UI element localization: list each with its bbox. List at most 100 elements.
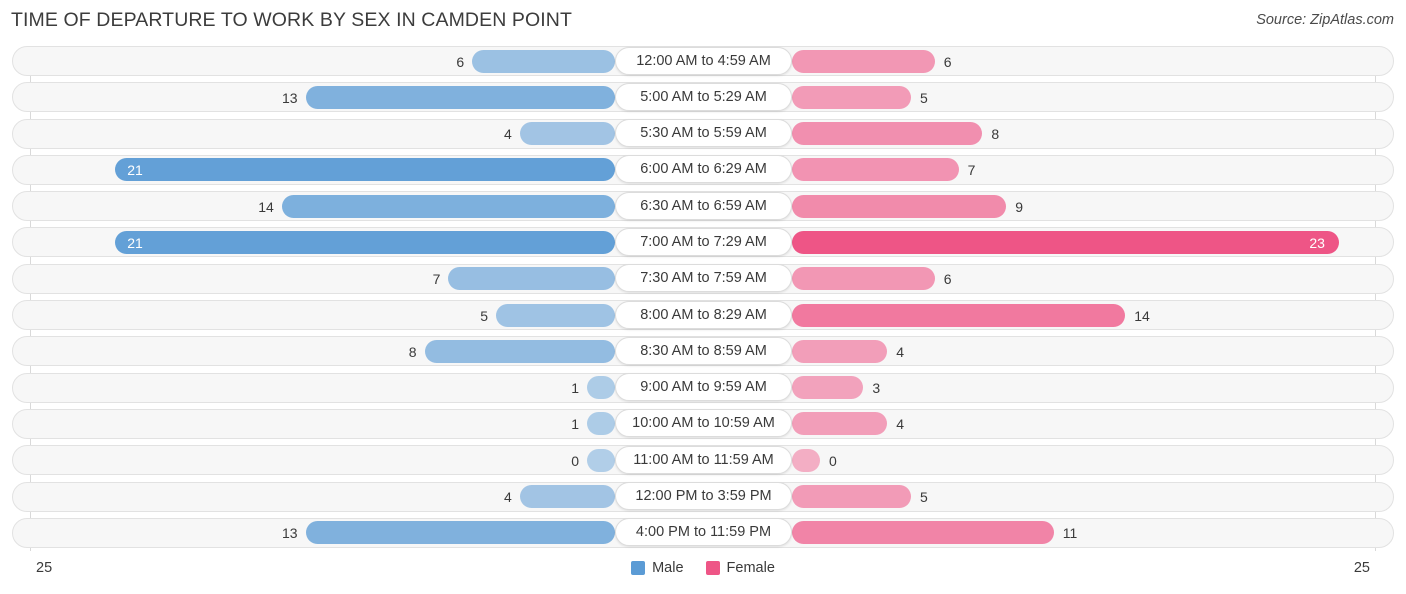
chart-row: 7 6 7:30 AM to 7:59 AM — [0, 262, 1406, 298]
source-attribution: Source: ZipAtlas.com — [1256, 12, 1394, 28]
category-label-text: 4:00 PM to 11:59 PM — [635, 524, 772, 541]
bar-male[interactable] — [519, 122, 615, 146]
category-label-text: 6:00 AM to 6:29 AM — [640, 161, 767, 178]
bar-female[interactable] — [792, 448, 820, 472]
bar-male[interactable] — [305, 85, 615, 109]
bar-female[interactable] — [792, 339, 888, 363]
bar-female[interactable] — [792, 85, 911, 109]
bar-female[interactable] — [792, 485, 911, 509]
bar-value-female: 7 — [967, 162, 976, 179]
category-label-text: 7:30 AM to 7:59 AM — [640, 270, 767, 287]
bar-value-male: 21 — [127, 162, 143, 179]
legend-swatch-female — [705, 561, 720, 575]
bar-value-female: 6 — [943, 53, 952, 70]
bar-value-female: 23 — [1309, 234, 1325, 251]
chart-row: 5 14 8:00 AM to 8:29 AM — [0, 298, 1406, 334]
bar-value-male: 6 — [456, 53, 465, 70]
bar-value-male: 1 — [571, 416, 579, 433]
bar-female[interactable] — [792, 49, 935, 73]
bar-value-female: 4 — [896, 343, 904, 360]
category-label-pill[interactable]: 12:00 AM to 4:59 AM — [615, 46, 792, 75]
category-label-pill[interactable]: 9:00 AM to 9:59 AM — [615, 373, 792, 402]
bar-value-female: 8 — [991, 126, 1000, 143]
legend-label-male: Male — [652, 560, 684, 576]
bar-value-male: 13 — [282, 89, 298, 106]
category-label-pill[interactable]: 6:30 AM to 6:59 AM — [615, 191, 792, 220]
category-label-text: 7:00 AM to 7:29 AM — [640, 233, 767, 250]
bar-female[interactable] — [792, 230, 1340, 254]
bar-female[interactable] — [792, 303, 1126, 327]
chart-row: 8 4 8:30 AM to 8:59 AM — [0, 334, 1406, 370]
bar-male[interactable] — [305, 521, 615, 545]
category-label-pill[interactable]: 6:00 AM to 6:29 AM — [615, 155, 792, 184]
category-label-text: 10:00 AM to 10:59 AM — [632, 415, 775, 432]
bar-female[interactable] — [792, 521, 1054, 545]
bar-value-male: 21 — [127, 234, 143, 251]
bar-male[interactable] — [587, 412, 615, 436]
legend-label-female: Female — [726, 560, 775, 576]
category-label-text: 12:00 PM to 3:59 PM — [635, 488, 772, 505]
bar-value-male: 5 — [480, 307, 488, 324]
bar-female[interactable] — [792, 194, 1007, 218]
category-label-text: 8:00 AM to 8:29 AM — [640, 306, 767, 323]
chart-plot-area: 6 6 12:00 AM to 4:59 AM 13 5 5:00 AM to 5:29 … — [0, 44, 1406, 552]
category-label-pill[interactable]: 8:30 AM to 8:59 AM — [615, 336, 792, 365]
bar-value-male: 13 — [282, 525, 298, 542]
page-title: TIME OF DEPARTURE TO WORK BY SEX IN CAMD… — [11, 9, 572, 31]
category-label-pill[interactable]: 7:30 AM to 7:59 AM — [615, 264, 792, 293]
bar-male[interactable] — [472, 49, 615, 73]
bar-value-female: 9 — [1015, 198, 1023, 215]
chart-row: 6 6 12:00 AM to 4:59 AM — [0, 44, 1406, 80]
bar-value-male: 4 — [504, 126, 512, 143]
category-label-pill[interactable]: 4:00 PM to 11:59 PM — [615, 518, 792, 547]
category-label-pill[interactable]: 5:00 AM to 5:29 AM — [615, 82, 792, 111]
bar-male[interactable] — [519, 485, 615, 509]
category-label-text: 9:00 AM to 9:59 AM — [640, 379, 767, 396]
category-label-pill[interactable]: 11:00 AM to 11:59 AM — [615, 445, 792, 474]
chart-row: 14 9 6:30 AM to 6:59 AM — [0, 189, 1406, 225]
legend-item-female[interactable]: Female — [705, 560, 775, 576]
category-label-pill[interactable]: 8:00 AM to 8:29 AM — [615, 300, 792, 329]
chart-row: 1 4 10:00 AM to 10:59 AM — [0, 407, 1406, 443]
bar-value-female: 3 — [872, 380, 881, 397]
bar-value-female: 4 — [896, 416, 904, 433]
bar-male[interactable] — [424, 339, 615, 363]
bar-female[interactable] — [792, 267, 935, 291]
legend-swatch-male — [631, 561, 646, 575]
chart-row: 4 8 5:30 AM to 5:59 AM — [0, 117, 1406, 153]
category-label-pill[interactable]: 5:30 AM to 5:59 AM — [615, 119, 792, 148]
bar-male[interactable] — [587, 376, 615, 400]
category-label-pill[interactable]: 12:00 PM to 3:59 PM — [615, 482, 792, 511]
bar-value-female: 0 — [829, 452, 837, 469]
category-label-pill[interactable]: 7:00 AM to 7:29 AM — [615, 227, 792, 256]
bar-value-male: 14 — [258, 198, 274, 215]
bar-value-male: 4 — [504, 489, 512, 506]
bar-male[interactable] — [115, 230, 615, 254]
bar-female[interactable] — [792, 412, 888, 436]
chart-row: 1 3 9:00 AM to 9:59 AM — [0, 371, 1406, 407]
bar-female[interactable] — [792, 122, 983, 146]
bar-value-female: 5 — [920, 489, 928, 506]
chart-row: 13 5 5:00 AM to 5:29 AM — [0, 80, 1406, 116]
category-label-text: 5:30 AM to 5:59 AM — [640, 125, 767, 142]
bar-value-female: 6 — [943, 271, 952, 288]
category-label-text: 11:00 AM to 11:59 AM — [633, 451, 774, 468]
chart-row: 4 5 12:00 PM to 3:59 PM — [0, 480, 1406, 516]
bar-male[interactable] — [281, 194, 615, 218]
category-label-pill[interactable]: 10:00 AM to 10:59 AM — [615, 409, 792, 438]
chart-legend: Male Female — [0, 560, 1406, 576]
bar-male[interactable] — [496, 303, 615, 327]
bar-value-female: 14 — [1134, 307, 1150, 324]
bar-female[interactable] — [792, 376, 864, 400]
bar-female[interactable] — [792, 158, 959, 182]
legend-item-male[interactable]: Male — [631, 560, 684, 576]
chart-row: 21 7 6:00 AM to 6:29 AM — [0, 153, 1406, 189]
category-label-text: 8:30 AM to 8:59 AM — [640, 342, 767, 359]
bar-male[interactable] — [448, 267, 615, 291]
category-label-text: 12:00 AM to 4:59 AM — [636, 52, 771, 69]
bar-value-male: 8 — [408, 343, 417, 360]
category-label-text: 6:30 AM to 6:59 AM — [640, 197, 767, 214]
bar-value-male: 7 — [432, 271, 441, 288]
bar-male[interactable] — [587, 448, 615, 472]
bar-male[interactable] — [115, 158, 615, 182]
